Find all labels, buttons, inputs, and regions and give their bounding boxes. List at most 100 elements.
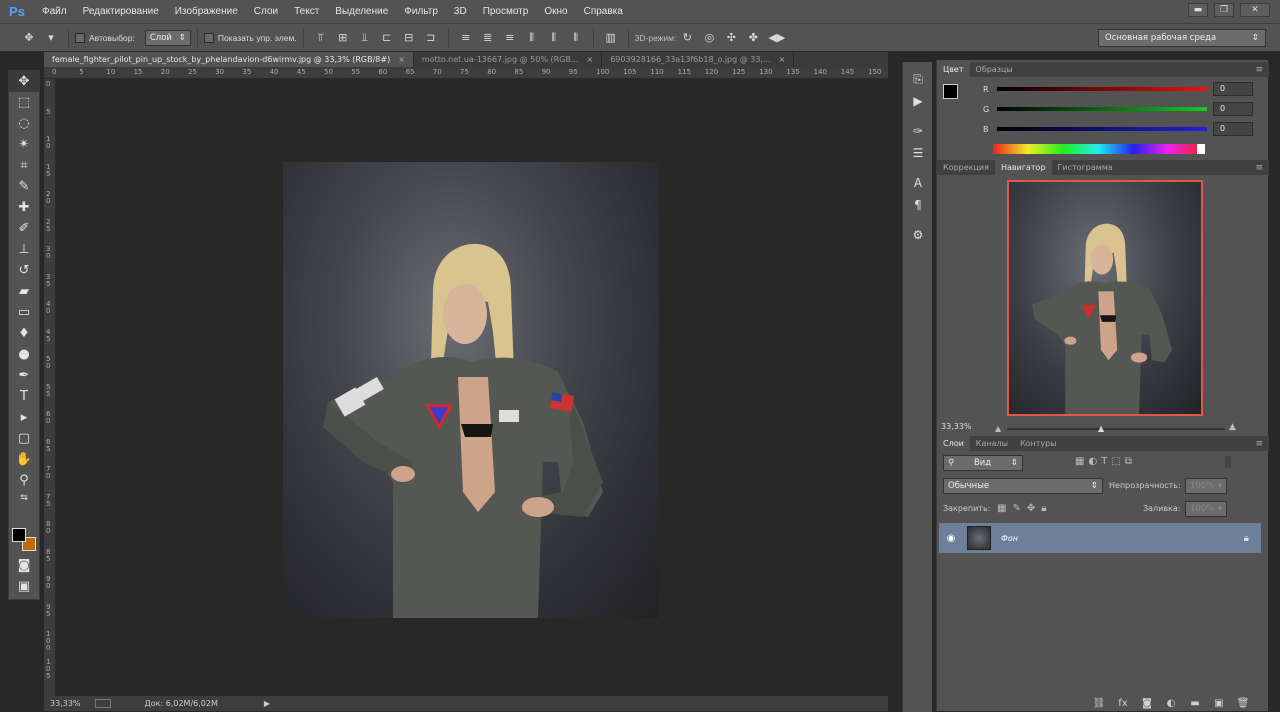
tool-preset-icon[interactable]: ▾ xyxy=(44,31,58,44)
healing-tool-icon[interactable]: ✚ xyxy=(9,197,39,218)
crop-tool-icon[interactable]: ⌗ xyxy=(9,155,39,176)
slider-track-r[interactable] xyxy=(997,87,1207,91)
spectrum-white-block[interactable] xyxy=(1197,144,1205,154)
tab-layers[interactable]: Слои xyxy=(937,436,970,451)
history-panel-icon[interactable]: ⎘ xyxy=(903,68,933,90)
menu-item[interactable]: Выделение xyxy=(327,6,396,17)
zoom-in-icon[interactable]: ▲ xyxy=(1229,422,1236,432)
new-layer-icon[interactable]: ▣ xyxy=(1212,698,1226,710)
status-preview-icon[interactable] xyxy=(94,699,111,708)
filter-shape-icon[interactable]: ⬚ xyxy=(1111,456,1120,467)
blur-tool-icon[interactable]: ♦ xyxy=(9,323,39,344)
move-tool-icon[interactable]: ✥ xyxy=(22,31,36,44)
screen-mode-icon[interactable]: ▣ xyxy=(9,576,39,597)
status-menu-arrow-icon[interactable]: ▶ xyxy=(264,699,270,708)
navigator-thumbnail[interactable] xyxy=(1007,180,1203,416)
value-r-input[interactable]: 0 xyxy=(1213,82,1253,96)
align-bottom-icon[interactable]: ⫫ xyxy=(358,31,372,44)
distribute-vcenter-icon[interactable]: ≣ xyxy=(481,31,495,44)
visibility-eye-icon[interactable]: ◉ xyxy=(939,533,963,544)
menu-item[interactable]: Фильтр xyxy=(396,6,446,17)
slider-track-g[interactable] xyxy=(997,107,1207,111)
lock-all-icon[interactable]: 🔒︎ xyxy=(1041,503,1046,514)
foreground-color-swatch[interactable] xyxy=(12,528,26,542)
pen-tool-icon[interactable]: ✒ xyxy=(9,365,39,386)
layer-style-icon[interactable]: fx xyxy=(1116,698,1130,710)
dodge-tool-icon[interactable]: ● xyxy=(9,344,39,365)
menu-item[interactable]: 3D xyxy=(446,6,475,17)
brush-presets-icon[interactable]: ✑ xyxy=(903,120,933,142)
eraser-tool-icon[interactable]: ▰ xyxy=(9,281,39,302)
panel-menu-icon[interactable]: ≡ xyxy=(1255,160,1263,175)
tab-navigator[interactable]: Навигатор xyxy=(994,160,1052,175)
align-hcenter-icon[interactable]: ⊟ xyxy=(402,31,416,44)
shape-tool-icon[interactable]: ▢ xyxy=(9,428,39,449)
slider-r[interactable]: R 0 xyxy=(983,82,1253,96)
distribute-bottom-icon[interactable]: ≡ xyxy=(503,31,517,44)
adjustment-layer-icon[interactable]: ◐ xyxy=(1164,698,1178,710)
close-tab-icon[interactable]: × xyxy=(779,55,786,64)
menu-item[interactable]: Текст xyxy=(286,6,327,17)
distribute-right-icon[interactable]: ⦀ xyxy=(569,31,583,44)
type-tool-icon[interactable]: T xyxy=(9,386,39,407)
distribute-left-icon[interactable]: ⦀ xyxy=(525,31,539,44)
eyedropper-tool-icon[interactable]: ✎ xyxy=(9,176,39,197)
distribute-hcenter-icon[interactable]: ⦀ xyxy=(547,31,561,44)
quick-select-tool-icon[interactable]: ✴ xyxy=(9,134,39,155)
tab-adjustments[interactable]: Коррекция xyxy=(937,160,995,175)
navigator-zoom-slider[interactable] xyxy=(1007,428,1225,430)
swap-colors-icon[interactable]: ⇆ xyxy=(9,491,39,505)
stamp-tool-icon[interactable]: ⊥ xyxy=(9,239,39,260)
quick-mask-icon[interactable]: ◙ xyxy=(9,555,39,576)
link-layers-icon[interactable]: ⛓ xyxy=(1092,698,1106,710)
tab-histogram[interactable]: Гистограмма xyxy=(1052,160,1119,175)
history-brush-tool-icon[interactable]: ↺ xyxy=(9,260,39,281)
actions-panel-icon[interactable]: ▶ xyxy=(903,90,933,112)
checkbox-icon[interactable] xyxy=(75,32,85,43)
horizontal-ruler[interactable]: 0 5 10 15 20 25 30 35 40 45 50 55 60 65 70 75 80 85 90 95 10… xyxy=(44,67,888,79)
value-g-input[interactable]: 0 xyxy=(1213,102,1253,116)
lock-transparency-icon[interactable]: ▦ xyxy=(997,503,1006,514)
close-tab-icon[interactable]: × xyxy=(587,55,594,64)
autoselect-checkbox[interactable]: Автовыбор: xyxy=(75,32,135,43)
align-top-icon[interactable]: ⫪ xyxy=(314,31,328,44)
filter-smart-object-icon[interactable]: ⧉ xyxy=(1125,456,1132,467)
path-select-tool-icon[interactable]: ▸ xyxy=(9,407,39,428)
opacity-input[interactable]: 100% ▾ xyxy=(1185,478,1227,494)
zoom-out-icon[interactable]: ▲ xyxy=(995,424,1001,433)
close-button[interactable]: ✕ xyxy=(1240,3,1270,17)
auto-align-icon[interactable]: ▥ xyxy=(604,31,618,44)
menu-item[interactable]: Просмотр xyxy=(475,6,537,17)
tab-color[interactable]: Цвет xyxy=(937,62,970,77)
menu-item[interactable]: Слои xyxy=(246,6,286,17)
panel-menu-icon[interactable]: ≡ xyxy=(1255,436,1263,451)
menu-item[interactable]: Файл xyxy=(34,6,75,17)
workspace-dropdown[interactable]: Основная рабочая среда ⇕ xyxy=(1098,29,1266,47)
menu-item[interactable]: Редактирование xyxy=(75,6,167,17)
layer-row[interactable]: ◉ Фон 🔒︎ xyxy=(939,523,1261,553)
zoom-level[interactable]: 33,33% xyxy=(50,699,81,708)
clone-source-icon[interactable]: ⚙ xyxy=(903,224,933,246)
tab-document-1[interactable]: female_fighter_pilot_pin_up_stock_by_phe… xyxy=(44,52,414,67)
layer-name[interactable]: Фон xyxy=(1001,534,1018,543)
close-tab-icon[interactable]: × xyxy=(398,55,405,64)
tab-channels[interactable]: Каналы xyxy=(970,436,1014,451)
delete-layer-icon[interactable]: 🗑︎ xyxy=(1236,698,1250,710)
blend-mode-dropdown[interactable]: Обычные ⇕ xyxy=(943,478,1103,494)
new-group-icon[interactable]: ▬ xyxy=(1188,698,1202,710)
checkbox-icon[interactable] xyxy=(203,32,214,43)
3d-slide-icon[interactable]: ✤ xyxy=(746,31,760,44)
filter-type-icon[interactable]: T xyxy=(1101,456,1107,467)
filter-adjustment-icon[interactable]: ◐ xyxy=(1088,456,1097,467)
gradient-tool-icon[interactable]: ▭ xyxy=(9,302,39,323)
fill-input[interactable]: 100% ▾ xyxy=(1185,501,1227,517)
3d-pan-icon[interactable]: ✣ xyxy=(724,31,738,44)
add-mask-icon[interactable]: ◙ xyxy=(1140,698,1154,710)
slider-g[interactable]: G 0 xyxy=(983,102,1253,116)
character-panel-icon[interactable]: A xyxy=(903,172,933,194)
show-transform-checkbox[interactable]: Показать упр. элем. xyxy=(203,32,297,43)
move-tool-icon[interactable]: ✥ xyxy=(9,71,39,92)
filter-pixel-icon[interactable]: ▦ xyxy=(1075,456,1084,467)
lock-pixels-icon[interactable]: ✎ xyxy=(1012,503,1020,514)
filter-toggle[interactable] xyxy=(1225,456,1231,468)
